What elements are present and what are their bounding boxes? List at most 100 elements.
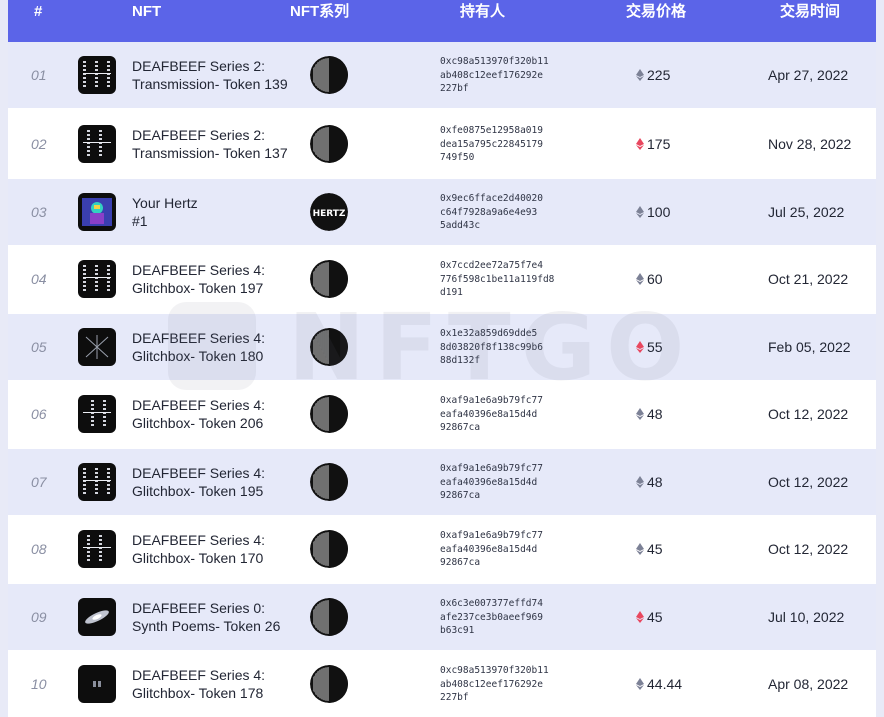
holder-address-line1: 0xc98a513970f320b11 — [440, 56, 549, 67]
holder-address-line2: eafa40396e8a15d4d — [440, 408, 538, 420]
nft-name[interactable]: DEAFBEEF Series 4: Glitchbox- Token 180 — [132, 329, 307, 365]
holder-address[interactable]: 0x6c3e007377effd74 afe237ce3b0aeef969 b63c… — [440, 597, 560, 638]
holder-address[interactable]: 0xaf9a1e6a9b79fc77 eafa40396e8a15d4d 92867… — [440, 529, 560, 570]
half-circle-icon[interactable] — [310, 125, 348, 163]
holder-address[interactable]: 0xfe0875e12958a019 dea15a795c22845179 749f… — [440, 124, 560, 165]
nft-thumbnail[interactable] — [78, 463, 116, 501]
trade-date: Oct 12, 2022 — [768, 474, 849, 490]
trade-date: Oct 12, 2022 — [768, 406, 849, 422]
trade-price: 60 — [636, 246, 663, 312]
nft-name-line1: DEAFBEEF Series 4: — [132, 262, 266, 278]
half-circle-icon[interactable] — [310, 665, 348, 703]
trade-date: Feb 05, 2022 — [768, 339, 851, 355]
nft-name[interactable]: DEAFBEEF Series 4: Glitchbox- Token 170 — [132, 531, 307, 567]
nft-name[interactable]: DEAFBEEF Series 2: Transmission- Token 13… — [132, 57, 307, 93]
table-row[interactable]: 05 DEAFBEEF Series 4: Glitchbox- Token 180… — [8, 314, 876, 380]
nft-name[interactable]: DEAFBEEF Series 4: Glitchbox- Token 178 — [132, 666, 307, 702]
holder-address-line1: 0xc98a513970f320b11 — [440, 665, 549, 676]
table-row[interactable]: 06 DEAFBEEF Series 4: Glitchbox- Token 206… — [8, 381, 876, 447]
table-row[interactable]: 04 DEAFBEEF Series 4: Glitchbox- Token 197… — [8, 246, 876, 312]
rank-number: 05 — [31, 339, 47, 355]
holder-address-line3: b63c91 — [440, 625, 475, 636]
holder-address-line1: 0xaf9a1e6a9b79fc77 — [440, 395, 543, 406]
nft-name-line1: DEAFBEEF Series 2: — [132, 58, 266, 74]
holder-address-line2: afe237ce3b0aeef969 — [440, 611, 543, 623]
table-row[interactable]: 02 DEAFBEEF Series 2: Transmission- Token … — [8, 111, 876, 177]
nft-thumbnail[interactable] — [78, 260, 116, 298]
nft-name-line1: DEAFBEEF Series 2: — [132, 127, 266, 143]
hertz-logo-icon[interactable]: HERTZ — [310, 193, 348, 231]
holder-address-line1: 0xfe0875e12958a019 — [440, 125, 543, 136]
holder-address-line3: 227bf — [440, 83, 469, 94]
table-row[interactable]: 09 DEAFBEEF Series 0: Synth Poems- Token 2… — [8, 584, 876, 650]
header-nft: NFT — [132, 3, 162, 20]
nft-thumbnail[interactable] — [78, 56, 116, 94]
nft-thumbnail[interactable] — [78, 395, 116, 433]
rank-number: 10 — [31, 676, 47, 692]
nft-name[interactable]: DEAFBEEF Series 4: Glitchbox- Token 197 — [132, 261, 307, 297]
price-value: 48 — [647, 406, 663, 422]
half-circle-icon[interactable] — [310, 395, 348, 433]
nft-name-line2: Glitchbox- Token 178 — [132, 685, 264, 701]
trade-price: 175 — [636, 111, 670, 177]
nft-thumbnail[interactable] — [78, 598, 116, 636]
holder-address-line3: 749f50 — [440, 152, 475, 163]
holder-address-line2: eafa40396e8a15d4d — [440, 476, 538, 488]
holder-address-line1: 0x1e32a859d69dde5 — [440, 328, 538, 339]
table-row[interactable]: 07 DEAFBEEF Series 4: Glitchbox- Token 195… — [8, 449, 876, 515]
holder-address[interactable]: 0x1e32a859d69dde5 8d03820f8f138c99b6 88d13… — [440, 327, 560, 368]
nft-thumbnail[interactable] — [78, 328, 116, 366]
hertz-logo-text: HERTZ — [313, 209, 346, 219]
half-circle-icon[interactable] — [310, 463, 348, 501]
nft-name[interactable]: Your Hertz #1 — [132, 194, 307, 230]
half-circle-icon[interactable] — [310, 598, 348, 636]
holder-address-line3: 227bf — [440, 692, 469, 703]
holder-address[interactable]: 0x9ec6fface2d40020 c64f7928a9a6e4e93 5add4… — [440, 192, 560, 233]
eth-icon — [636, 206, 644, 218]
holder-address[interactable]: 0xc98a513970f320b11 ab408c12eef176292e 227… — [440, 55, 560, 96]
nft-name-line1: DEAFBEEF Series 4: — [132, 465, 266, 481]
price-value: 45 — [647, 609, 663, 625]
holder-address-line2: 776f598c1be11a119fd8 — [440, 273, 555, 285]
nft-name-line2: Glitchbox- Token 180 — [132, 348, 264, 364]
table-row[interactable]: 08 DEAFBEEF Series 4: Glitchbox- Token 170… — [8, 516, 876, 582]
nft-name-line1: DEAFBEEF Series 0: — [132, 600, 266, 616]
holder-address[interactable]: 0xaf9a1e6a9b79fc77 eafa40396e8a15d4d 92867… — [440, 394, 560, 435]
nft-thumbnail[interactable] — [78, 665, 116, 703]
nft-thumbnail[interactable] — [78, 193, 116, 231]
holder-address[interactable]: 0xc98a513970f320b11 ab408c12eef176292e 227… — [440, 664, 560, 705]
price-value: 100 — [647, 204, 671, 220]
nft-name[interactable]: DEAFBEEF Series 0: Synth Poems- Token 26 — [132, 599, 307, 635]
holder-address-line3: 5add43c — [440, 220, 481, 231]
half-circle-icon[interactable] — [310, 328, 348, 366]
half-circle-icon[interactable] — [310, 260, 348, 298]
nft-name-line1: DEAFBEEF Series 4: — [132, 330, 266, 346]
eth-icon — [636, 611, 644, 623]
nft-trades-table: # NFT NFT系列 持有人 交易价格 交易时间 01 DEAFBEEF Ser… — [8, 0, 876, 717]
header-time: 交易时间 — [780, 3, 841, 20]
holder-address[interactable]: 0xaf9a1e6a9b79fc77 eafa40396e8a15d4d 92867… — [440, 462, 560, 503]
rank-number: 04 — [31, 271, 47, 287]
half-circle-icon[interactable] — [310, 530, 348, 568]
rank-number: 02 — [31, 136, 47, 152]
nft-thumbnail[interactable] — [78, 530, 116, 568]
holder-address[interactable]: 0x7ccd2ee72a75f7e4 776f598c1be11a119fd8 d1… — [440, 259, 560, 300]
table-row[interactable]: 10 DEAFBEEF Series 4: Glitchbox- Token 178… — [8, 651, 876, 717]
eth-icon — [636, 341, 644, 353]
trade-price: 44.44 — [636, 651, 682, 717]
holder-address-line3: 92867ca — [440, 490, 481, 501]
holder-address-line1: 0x9ec6fface2d40020 — [440, 193, 543, 204]
holder-address-line2: ab408c12eef176292e — [440, 678, 543, 690]
nft-thumbnail[interactable] — [78, 125, 116, 163]
table-row[interactable]: 01 DEAFBEEF Series 2: Transmission- Token … — [8, 42, 876, 108]
eth-icon — [636, 543, 644, 555]
holder-address-line1: 0xaf9a1e6a9b79fc77 — [440, 463, 543, 474]
eth-icon — [636, 273, 644, 285]
nft-name[interactable]: DEAFBEEF Series 4: Glitchbox- Token 195 — [132, 464, 307, 500]
nft-name-line2: Transmission- Token 139 — [132, 76, 288, 92]
nft-name[interactable]: DEAFBEEF Series 2: Transmission- Token 13… — [132, 126, 307, 162]
half-circle-icon[interactable] — [310, 56, 348, 94]
table-row[interactable]: 03 Your Hertz #1 HERTZ 0x9ec6fface2d40020 c64… — [8, 179, 876, 245]
nft-name[interactable]: DEAFBEEF Series 4: Glitchbox- Token 206 — [132, 396, 307, 432]
trade-price: 55 — [636, 314, 663, 380]
